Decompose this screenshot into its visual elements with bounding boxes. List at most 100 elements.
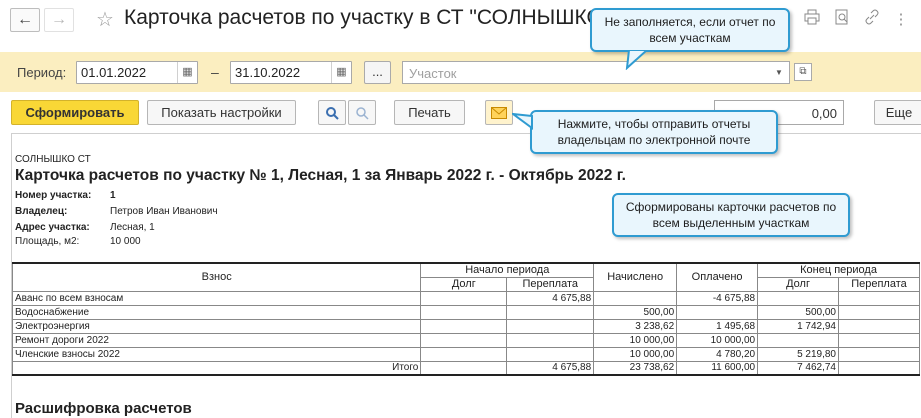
cell-name: Итого: [11, 360, 422, 376]
calendar-icon[interactable]: ▦: [177, 62, 197, 83]
cell-e_over: [838, 304, 920, 320]
breakdown-heading: Расшифровка расчетов: [15, 400, 192, 417]
cell-e_debt: [757, 290, 839, 306]
sum-value: 0,00: [811, 106, 837, 121]
cell-name: Аванс по всем взносам: [11, 290, 422, 306]
info-owner: Владелец: Петров Иван Иванович: [15, 206, 218, 217]
header-end: Конец периода: [757, 262, 920, 278]
table-row: Электроэнергия 3 238,62 1 495,68 1 742,94: [11, 318, 920, 334]
cell-e_over: [838, 318, 920, 334]
header-end-debt: Долг: [757, 276, 839, 292]
header-fee: Взнос: [11, 262, 422, 292]
more-button[interactable]: Еще: [874, 100, 921, 125]
back-button[interactable]: ←: [10, 8, 40, 32]
cell-s_over: 4 675,88: [506, 360, 595, 376]
print-icon[interactable]: [801, 9, 823, 31]
cell-e_debt: 1 742,94: [757, 318, 839, 334]
more-icon[interactable]: ⋮: [890, 9, 912, 31]
table-row: Аванс по всем взносам 4 675,88 -4 675,88: [11, 290, 920, 306]
tooltip-plot-pointer: [625, 50, 649, 70]
tooltip-generated: Сформированы карточки расчетов по всем в…: [612, 193, 850, 237]
cell-paid: 10 000,00: [676, 332, 759, 348]
cell-s_debt: [420, 318, 508, 334]
cell-name: Ремонт дороги 2022: [11, 332, 422, 348]
forward-button[interactable]: →: [44, 8, 74, 32]
cell-paid: [676, 304, 759, 320]
cell-accrued: 3 238,62: [593, 318, 678, 334]
info-plot-number: Номер участка: 1: [15, 190, 116, 201]
cell-paid: 11 600,00: [676, 360, 759, 376]
chevron-down-icon[interactable]: ▼: [769, 62, 789, 83]
table-row: Ремонт дороги 2022 10 000,00 10 000,00: [11, 332, 920, 348]
plot-select[interactable]: Участок ▼: [402, 61, 790, 84]
cell-e_debt: 7 462,74: [757, 360, 839, 376]
search-clear-icon[interactable]: [348, 100, 376, 125]
cell-name: Членские взносы 2022: [11, 346, 422, 362]
cell-s_over: [506, 332, 595, 348]
cell-e_over: [838, 332, 920, 348]
cell-e_over: [838, 346, 920, 362]
cell-e_over: [838, 360, 920, 376]
header-accrued: Начислено: [593, 262, 678, 292]
date-to-field[interactable]: 31.10.2022 ▦: [230, 61, 352, 84]
tooltip-mail-pointer: [512, 112, 533, 130]
cell-accrued: [593, 290, 678, 306]
cell-accrued: 23 738,62: [593, 360, 678, 376]
cell-e_debt: 5 219,80: [757, 346, 839, 362]
cell-paid: 1 495,68: [676, 318, 759, 334]
search-icon[interactable]: [318, 100, 346, 125]
mail-icon[interactable]: [485, 100, 513, 125]
cell-s_over: [506, 346, 595, 362]
date-from-value: 01.01.2022: [81, 65, 147, 80]
preview-icon[interactable]: [831, 9, 853, 31]
header-start-overpay: Переплата: [506, 276, 595, 292]
period-dash: –: [211, 64, 219, 80]
tooltip-mail: Нажмите, чтобы отправить отчеты владельц…: [530, 110, 778, 154]
cell-accrued: 10 000,00: [593, 346, 678, 362]
report-org: СОЛНЫШКО СТ: [15, 154, 91, 165]
report-title: Карточка расчетов по участку № 1, Лесная…: [15, 167, 626, 184]
cell-accrued: 10 000,00: [593, 332, 678, 348]
period-bar: Период: 01.01.2022 ▦ – 31.10.2022 ▦ ... …: [0, 52, 921, 92]
cell-s_over: [506, 304, 595, 320]
table-row: Водоснабжение 500,00 500,00: [11, 304, 920, 320]
table-total-row: Итого 4 675,88 23 738,62 11 600,00 7 462,74: [11, 360, 920, 376]
cell-e_debt: [757, 332, 839, 348]
period-select-button[interactable]: ...: [364, 61, 391, 84]
info-address: Адрес участка: Лесная, 1: [15, 222, 155, 233]
cell-paid: 4 780,20: [676, 346, 759, 362]
cell-accrued: 500,00: [593, 304, 678, 320]
date-to-value: 31.10.2022: [235, 65, 301, 80]
favorite-star-icon[interactable]: ☆: [96, 7, 114, 32]
cell-s_debt: [420, 290, 508, 306]
cell-s_over: [506, 318, 595, 334]
period-label: Период:: [17, 65, 67, 80]
calendar-icon[interactable]: ▦: [331, 62, 351, 83]
cell-e_debt: 500,00: [757, 304, 839, 320]
cell-name: Водоснабжение: [11, 304, 422, 320]
cell-s_debt: [420, 346, 508, 362]
open-icon[interactable]: ⧉: [794, 63, 812, 81]
cell-name: Электроэнергия: [11, 318, 422, 334]
cell-e_over: [838, 290, 920, 306]
link-icon[interactable]: [861, 9, 883, 31]
cell-s_debt: [420, 360, 508, 376]
cell-s_debt: [420, 304, 508, 320]
print-button[interactable]: Печать: [394, 100, 465, 125]
show-settings-button[interactable]: Показать настройки: [147, 100, 296, 125]
info-area: Площадь, м2: 10 000: [15, 236, 141, 247]
header-start: Начало периода: [420, 262, 595, 278]
cell-paid: -4 675,88: [676, 290, 759, 306]
plot-placeholder: Участок: [409, 66, 457, 81]
header-start-debt: Долг: [420, 276, 508, 292]
tooltip-plot: Не заполняется, если отчет по всем участ…: [590, 8, 790, 52]
header-paid: Оплачено: [676, 262, 759, 292]
date-from-field[interactable]: 01.01.2022 ▦: [76, 61, 198, 84]
generate-button[interactable]: Сформировать: [11, 100, 139, 125]
window-title: Карточка расчетов по участку в СТ "СОЛНЫ…: [124, 6, 611, 29]
settlements-table: Взнос Начало периода Начислено Оплачено …: [11, 262, 920, 376]
cell-s_debt: [420, 332, 508, 348]
table-row: Членские взносы 2022 10 000,00 4 780,20 5 2…: [11, 346, 920, 362]
header-end-overpay: Переплата: [838, 276, 920, 292]
cell-s_over: 4 675,88: [506, 290, 595, 306]
